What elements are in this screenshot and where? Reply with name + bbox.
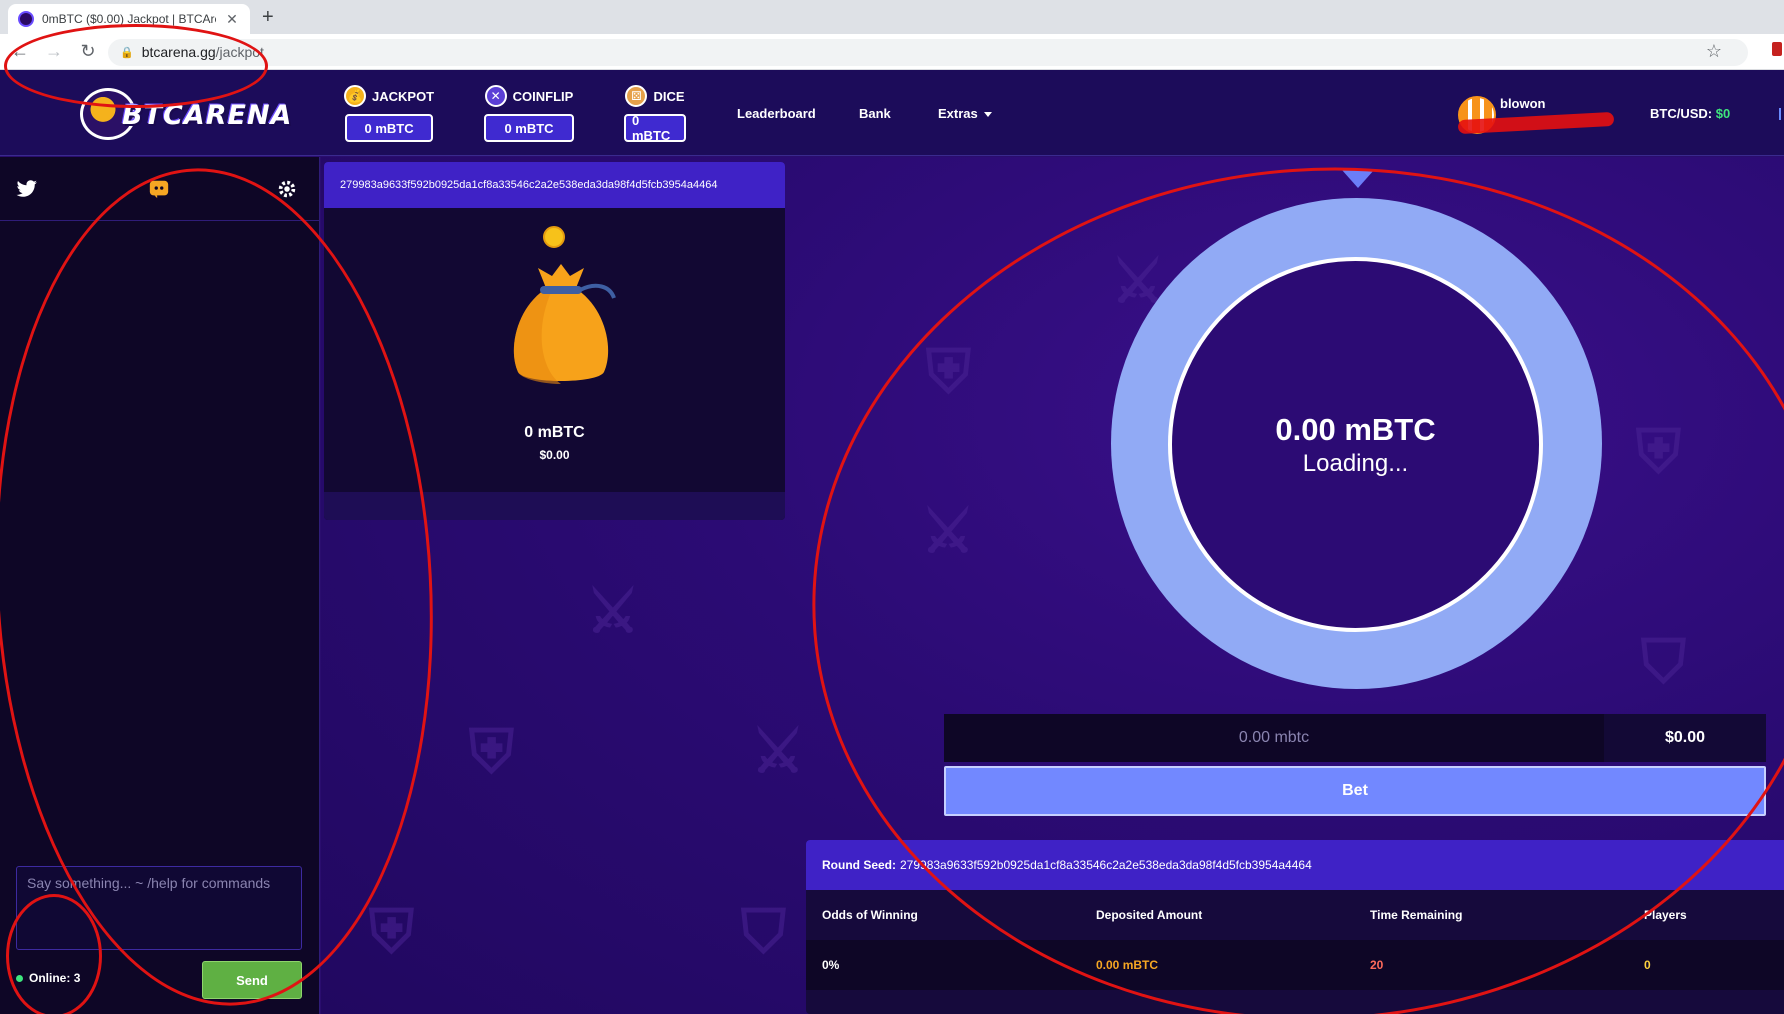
lock-icon[interactable]: 🔒: [120, 46, 134, 59]
online-count: 3: [73, 971, 81, 985]
nav-bank[interactable]: Bank: [859, 106, 891, 121]
reload-icon[interactable]: ↻: [74, 38, 102, 66]
wheel-center: 0.00 mBTC Loading...: [1168, 257, 1543, 632]
close-tab-icon[interactable]: ✕: [224, 11, 240, 28]
online-status: Online: 3: [16, 971, 80, 985]
forward-icon[interactable]: →: [40, 38, 68, 66]
url-path: /jackpot: [215, 43, 264, 60]
coin-icon: [543, 226, 565, 248]
header-time-remaining: Time Remaining: [1370, 908, 1463, 922]
back-icon[interactable]: ←: [6, 38, 34, 66]
header-overflow-edge: [1779, 108, 1781, 120]
nav-coinflip-label: COINFLIP: [512, 88, 574, 104]
twitter-icon[interactable]: [14, 177, 40, 201]
nav-dice[interactable]: ⚄ DICE 0 mBTC: [624, 84, 686, 143]
jackpot-pot-pill[interactable]: 0 mBTC: [345, 114, 434, 142]
site-favicon-icon: [18, 11, 34, 27]
nav-extras[interactable]: Extras: [938, 106, 992, 121]
time-remaining-value: 20: [1370, 958, 1384, 972]
coinflip-pot-pill[interactable]: 0 mBTC: [484, 114, 574, 142]
browser-tab[interactable]: 0mBTC ($0.00) Jackpot | BTCArena ✕: [8, 4, 250, 34]
nav-jackpot-label: JACKPOT: [372, 88, 435, 104]
tab-title: 0mBTC ($0.00) Jackpot | BTCArena: [42, 12, 216, 26]
discord-icon[interactable]: [146, 177, 172, 201]
chat-message-input[interactable]: [16, 866, 302, 950]
site-header: BTCARENA 💰 JACKPOT 0 mBTC ✕ COINFLIP 0 m…: [0, 70, 1784, 156]
wheel-pointer-icon: [1342, 170, 1374, 188]
pot-hash: 279983a9633f592b0925da1cf8a33546c2a2e538…: [324, 162, 785, 208]
browser-tabstrip: 0mBTC ($0.00) Jackpot | BTCArena ✕ +: [0, 0, 1784, 34]
nav-leaderboard[interactable]: Leaderboard: [737, 106, 816, 121]
user-name[interactable]: blowon: [1500, 96, 1546, 111]
players-value: 0: [1644, 958, 1651, 972]
btc-usd-label: BTC/USD:: [1650, 106, 1713, 121]
btc-usd-rate: BTC/USD: $0: [1650, 106, 1730, 121]
nav-jackpot[interactable]: 💰 JACKPOT 0 mBTC: [344, 84, 434, 142]
round-seed-label: Round Seed:: [822, 858, 896, 872]
nav-extras-label: Extras: [938, 106, 978, 121]
helmet-icon: ⛨: [926, 338, 971, 405]
dice-pot-pill[interactable]: 0 mBTC: [624, 113, 686, 143]
bookmark-star-icon[interactable]: ☆: [1706, 41, 1722, 62]
header-deposited: Deposited Amount: [1096, 908, 1203, 922]
browser-toolbar: ← → ↻ 🔒 btcarena.gg/jackpot ☆: [0, 34, 1784, 70]
nav-coinflip[interactable]: ✕ COINFLIP 0 mBTC: [484, 84, 574, 142]
helmet-icon: ⛨: [469, 718, 514, 785]
send-button[interactable]: Send: [202, 961, 302, 999]
coinflip-icon: ✕: [484, 85, 507, 107]
header-players: Players: [1644, 908, 1687, 922]
money-bag-icon: 💰: [344, 85, 366, 107]
site-logo[interactable]: BTCARENA: [80, 86, 291, 142]
stats-value-row: 0% 0.00 mBTC 20 0: [806, 940, 1784, 990]
wheel-status: Loading...: [1302, 449, 1409, 477]
logo-text: BTCARENA: [122, 100, 293, 131]
url-host: btcarena.gg: [141, 43, 216, 60]
crossed-swords-icon: ⚔: [921, 498, 975, 565]
nav-dice-label: DICE: [653, 88, 685, 104]
bet-button[interactable]: Bet: [944, 766, 1766, 816]
btc-usd-value: $0: [1715, 106, 1731, 121]
dice-icon: ⚄: [625, 85, 648, 107]
crossed-swords-icon: ⚔: [751, 718, 805, 785]
wheel-amount: 0.00 mBTC: [1275, 411, 1436, 447]
chat-panel: Online: 3 Send: [0, 157, 320, 1014]
shield-icon: ⛉: [1641, 628, 1686, 695]
shield-icon: ⛉: [741, 898, 786, 965]
chevron-down-icon: [983, 112, 992, 118]
new-tab-icon[interactable]: +: [262, 6, 274, 29]
round-seed-value: 279983a9633f592b0925da1cf8a33546c2a2e538…: [900, 858, 1312, 872]
profile-icon[interactable]: [1772, 42, 1782, 56]
online-label: Online:: [29, 971, 71, 985]
round-info-panel: Round Seed: 279983a9633f592b0925da1cf8a3…: [806, 840, 1784, 1014]
settings-icon[interactable]: [274, 177, 300, 201]
online-dot-icon: [16, 974, 23, 982]
address-bar[interactable]: 🔒 btcarena.gg/jackpot ☆: [108, 39, 1748, 66]
chat-social-bar: [0, 157, 319, 221]
odds-value: 0%: [822, 958, 840, 972]
pot-amount: 0 mBTC: [524, 424, 585, 441]
helmet-icon: ⛨: [1636, 418, 1681, 485]
money-bag-icon: [513, 264, 616, 384]
stats-header-row: Odds of Winning Deposited Amount Time Re…: [806, 890, 1784, 940]
bet-usd-value: $0.00: [1604, 714, 1766, 762]
pot-usd: $0.00: [539, 448, 570, 462]
deposited-value: 0.00 mBTC: [1096, 958, 1159, 972]
bet-amount-input[interactable]: [944, 714, 1604, 762]
crossed-swords-icon: ⚔: [586, 578, 640, 645]
round-seed: Round Seed: 279983a9633f592b0925da1cf8a3…: [806, 840, 1784, 890]
jackpot-pot-card: 279983a9633f592b0925da1cf8a33546c2a2e538…: [324, 162, 785, 520]
header-odds: Odds of Winning: [822, 908, 918, 922]
helmet-icon: ⛨: [369, 898, 414, 965]
pot-card-footer: [324, 492, 785, 520]
